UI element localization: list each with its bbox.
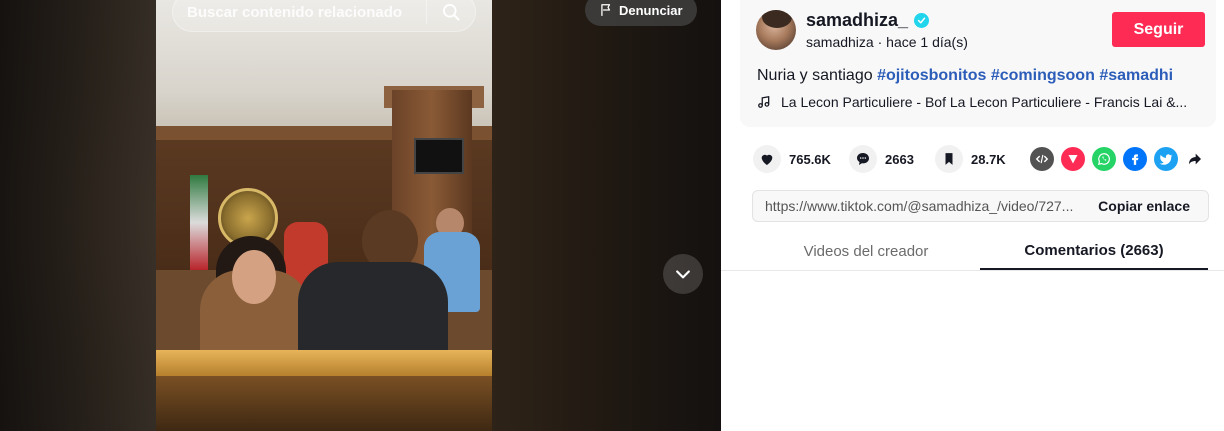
verified-badge-icon	[914, 13, 930, 28]
scene-foreground	[156, 376, 492, 431]
tab-comments[interactable]: Comentarios (2663)	[980, 232, 1208, 270]
subline-separator: ·	[873, 34, 887, 50]
bookmark-icon	[935, 145, 963, 173]
comment-count: 2663	[885, 151, 914, 167]
video-description: Nuria y santiago #ojitosbonitos #comings…	[757, 67, 1173, 85]
share-arrow-icon[interactable]	[1183, 147, 1207, 171]
creator-subline: samadhiza · hace 1 día(s)	[806, 34, 968, 50]
whatsapp-icon[interactable]	[1092, 147, 1116, 171]
search-button[interactable]	[427, 0, 475, 31]
scene-monitor	[414, 138, 464, 174]
music-note-icon	[758, 95, 770, 108]
chevron-down-icon	[676, 270, 690, 279]
scene-flag	[190, 175, 208, 270]
tab-creator-videos[interactable]: Videos del creador	[752, 232, 980, 270]
blurred-background-right	[492, 0, 721, 431]
like-button[interactable]: 765.6K	[753, 145, 831, 173]
follow-button[interactable]: Seguir	[1112, 12, 1205, 47]
blurred-background-left	[0, 0, 156, 431]
copy-link-button[interactable]: Copiar enlace	[1086, 198, 1208, 214]
music-link[interactable]: La Lecon Particuliere - Bof La Lecon Par…	[757, 94, 1187, 110]
flag-icon	[601, 4, 611, 16]
creator-handle: samadhiza	[806, 34, 874, 50]
like-count: 765.6K	[789, 151, 831, 167]
creator-info-card: samadhiza_ samadhiza · hace 1 día(s) Seg…	[740, 0, 1216, 127]
video-info-panel: samadhiza_ samadhiza · hace 1 día(s) Seg…	[721, 0, 1224, 431]
related-search-input[interactable]	[173, 0, 426, 31]
search-icon	[443, 3, 460, 21]
hashtag-link[interactable]: #ojitosbonitos	[877, 67, 986, 84]
tabs-divider	[721, 270, 1224, 271]
comment-icon	[849, 145, 877, 173]
hashtag-link[interactable]: #comingsoon	[991, 67, 1095, 84]
video-player[interactable]	[156, 0, 492, 431]
twitter-icon[interactable]	[1154, 147, 1178, 171]
scene-railing	[156, 350, 492, 376]
action-bar: 765.6K 2663 28.7K	[753, 145, 1213, 173]
username-row: samadhiza_	[806, 10, 930, 31]
heart-icon	[753, 145, 781, 173]
video-link-url[interactable]: https://www.tiktok.com/@samadhiza_/video…	[753, 198, 1086, 214]
report-button[interactable]: Denunciar	[585, 0, 697, 26]
comment-button[interactable]: 2663	[849, 145, 914, 173]
avatar[interactable]	[756, 10, 796, 50]
scene-woman-face	[232, 250, 276, 304]
send-icon[interactable]	[1061, 147, 1085, 171]
facebook-icon[interactable]	[1123, 147, 1147, 171]
video-stage: Denunciar	[0, 0, 721, 431]
hashtag-link[interactable]: #samadhi	[1099, 67, 1173, 84]
creator-username[interactable]: samadhiza_	[806, 10, 908, 31]
next-video-button[interactable]	[663, 254, 703, 294]
panel-tabs: Videos del creador Comentarios (2663)	[752, 232, 1209, 270]
related-search-bar	[172, 0, 476, 32]
description-text: Nuria y santiago	[757, 67, 878, 84]
save-button[interactable]: 28.7K	[935, 145, 1006, 173]
music-title: La Lecon Particuliere - Bof La Lecon Par…	[781, 94, 1188, 110]
post-time: hace 1 día(s)	[886, 34, 968, 50]
save-count: 28.7K	[971, 151, 1006, 167]
embed-icon[interactable]	[1030, 147, 1054, 171]
report-label: Denunciar	[619, 2, 683, 18]
video-link-box: https://www.tiktok.com/@samadhiza_/video…	[752, 190, 1209, 222]
